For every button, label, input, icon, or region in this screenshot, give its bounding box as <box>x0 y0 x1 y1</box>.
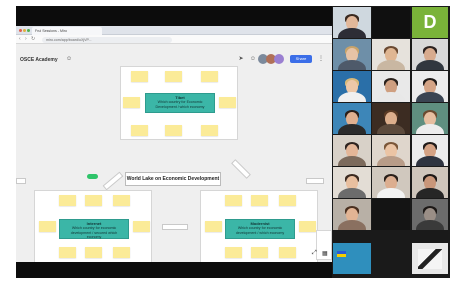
participant-tile[interactable] <box>333 135 371 166</box>
connector-arrow[interactable] <box>162 224 188 230</box>
participant-tile[interactable] <box>333 167 371 198</box>
frame-top[interactable]: Tibet Which country for Economic Develop… <box>120 66 238 140</box>
participant-tile[interactable] <box>412 71 448 102</box>
grid-icon[interactable]: ▦ <box>322 250 328 257</box>
user-add-icon[interactable]: ☺ <box>66 56 72 62</box>
participant-tile[interactable] <box>333 7 371 38</box>
frame-left[interactable]: Internet Which country for economic deve… <box>34 190 152 262</box>
sticky-note[interactable] <box>39 221 56 232</box>
tab-title: Frui Sessions - Miro <box>35 29 67 33</box>
participant-tile[interactable] <box>412 103 448 134</box>
participant-gallery: D <box>332 6 450 278</box>
sticky-note[interactable] <box>59 195 76 206</box>
sticky-note[interactable] <box>205 221 222 232</box>
participant-tile[interactable] <box>333 243 371 274</box>
connector-arrow[interactable] <box>306 178 324 184</box>
connector-arrow[interactable] <box>102 171 124 191</box>
board-toolbar: ➤ ☺ Share ⋮ <box>236 54 332 66</box>
participant-tile[interactable] <box>372 103 410 134</box>
address-bar: ‹ › ↻ miro.com/app/board/uXjVP... <box>16 35 332 44</box>
participant-tile[interactable] <box>333 71 371 102</box>
sticky-note[interactable] <box>131 125 148 136</box>
window-minimize-dot[interactable] <box>23 29 26 32</box>
window-zoom-dot[interactable] <box>27 29 30 32</box>
participant-tile[interactable] <box>412 199 448 230</box>
sticky-note[interactable] <box>59 247 76 258</box>
participant-tile[interactable] <box>372 167 410 198</box>
reaction-icon[interactable]: ☺ <box>248 54 258 64</box>
reload-icon[interactable]: ↻ <box>31 37 35 42</box>
participant-tile[interactable] <box>372 39 410 70</box>
sticky-note[interactable] <box>133 221 150 232</box>
frame-right[interactable]: Modernist Which country for economic dev… <box>200 190 318 262</box>
sticky-note[interactable] <box>131 71 148 82</box>
browser-tab[interactable]: Frui Sessions - Miro <box>32 27 102 35</box>
expand-icon[interactable]: ⤢ <box>312 250 317 257</box>
sticky-note[interactable] <box>201 71 218 82</box>
window-close-dot[interactable] <box>19 29 22 32</box>
frame-right-text: Which country for economic development /… <box>235 226 285 235</box>
participant-tile[interactable] <box>372 135 410 166</box>
meeting-screen: Frui Sessions - Miro ‹ › ↻ miro.com/app/… <box>16 6 450 278</box>
sticky-note[interactable] <box>251 247 268 258</box>
miro-board[interactable]: OSCE Academy ☺ ➤ ☺ Share ⋮ Tibet Which c… <box>16 44 332 262</box>
frame-top-topic[interactable]: Tibet Which country for Economic Develop… <box>145 93 215 113</box>
frame-left-text: Which country for economic development /… <box>70 226 118 240</box>
sticky-note[interactable] <box>165 71 182 82</box>
avatar-3[interactable] <box>274 54 284 64</box>
participant-tile[interactable] <box>412 167 448 198</box>
participant-tile[interactable] <box>333 103 371 134</box>
forward-icon[interactable]: › <box>25 37 27 42</box>
shared-image <box>418 249 442 269</box>
sticky-note[interactable] <box>85 247 102 258</box>
participant-avatar-initial[interactable]: D <box>412 7 448 38</box>
participant-tile[interactable] <box>372 71 410 102</box>
participant-tile[interactable] <box>333 39 371 70</box>
sticky-note[interactable] <box>113 195 130 206</box>
participant-tile[interactable] <box>372 7 410 38</box>
cursor-icon[interactable]: ➤ <box>236 54 246 64</box>
frame-left-topic[interactable]: Internet Which country for economic deve… <box>59 219 129 239</box>
participant-tile[interactable] <box>333 199 371 230</box>
url-field[interactable]: miro.com/app/board/uXjVP... <box>42 36 172 43</box>
sticky-note[interactable] <box>225 247 242 258</box>
sticky-note[interactable] <box>299 221 316 232</box>
sticky-note[interactable] <box>225 195 242 206</box>
url-text: miro.com/app/board/uXjVP... <box>46 37 92 42</box>
participant-tile[interactable] <box>372 243 410 274</box>
participant-tile[interactable] <box>412 243 448 274</box>
frame-right-topic[interactable]: Modernist Which country for economic dev… <box>225 219 295 239</box>
central-topic-label[interactable]: World Lake on Economic Development <box>125 172 221 186</box>
participant-tile[interactable] <box>412 39 448 70</box>
connector-arrow[interactable] <box>231 159 251 179</box>
sticky-note[interactable] <box>251 195 268 206</box>
flag-icon <box>337 251 346 257</box>
sticky-note[interactable] <box>219 97 236 108</box>
sticky-note[interactable] <box>85 195 102 206</box>
video-call-window: Frui Sessions - Miro ‹ › ↻ miro.com/app/… <box>0 0 465 284</box>
participant-tile[interactable] <box>412 135 448 166</box>
sticky-note[interactable] <box>279 247 296 258</box>
shared-screen: Frui Sessions - Miro ‹ › ↻ miro.com/app/… <box>16 26 332 262</box>
sticky-note[interactable] <box>113 247 130 258</box>
sticky-note[interactable] <box>201 125 218 136</box>
connector-arrow[interactable] <box>16 178 26 184</box>
sticky-note[interactable] <box>123 97 140 108</box>
sticky-note[interactable] <box>279 195 296 206</box>
sticky-note[interactable] <box>165 125 182 136</box>
frame-top-text: Which country for Economic Development /… <box>155 100 205 109</box>
share-button[interactable]: Share <box>290 55 312 63</box>
cursor-tag <box>87 174 98 179</box>
back-icon[interactable]: ‹ <box>19 37 21 42</box>
participant-tile[interactable] <box>372 199 410 230</box>
browser-tab-bar: Frui Sessions - Miro <box>16 26 332 35</box>
menu-icon[interactable]: ⋮ <box>316 54 326 64</box>
board-brand: OSCE Academy <box>20 57 58 63</box>
